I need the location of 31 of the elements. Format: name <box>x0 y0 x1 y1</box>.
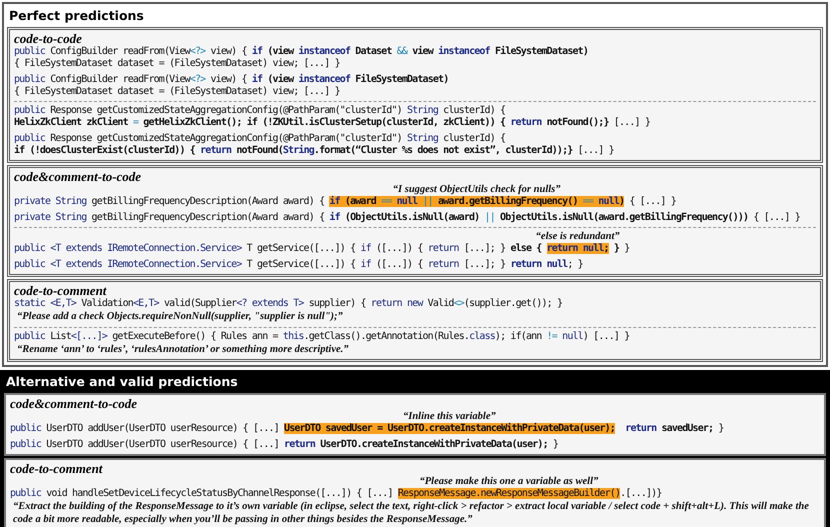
code-line: { FileSystemDataset dataset = (FileSystemDataset) view; [...] } <box>14 86 340 98</box>
code-line: if (!doesClusterExist(clusterId)) { return notFound(String.format(“Cluster %s does not exist”, clusterId));} [...] } <box>14 145 614 157</box>
code-line: public Response getCustomizedStateAggregationConfig(@PathParam("clusterId") String clusterId) { <box>14 105 506 116</box>
code-line: HelixZkClient zkClient = getHelixZkClient(); if (!ZKUtil.isClusterSetup(clusterId, zkClient)) { return notFound();} [...] } <box>14 117 650 129</box>
reviewer-comment: “Please add a check Objects.requireNonNull(supplier, "supplier is null");” <box>16 310 344 324</box>
code-line: public ConfigBuilder readFrom(View<?> view) { if (view instanceof Dataset && view instanceof FileSystemDataset) <box>14 46 588 58</box>
code-line: public <T extends IRemoteConnection.Service> T getService([...]) { if ([...]) { return [...]; } else { return null; } } <box>14 243 630 255</box>
code-line: public List<[...]> getExecuteBefore() { Rules ann = this.getClass().getAnnotation(Rules.class); if(ann != null) [...] } <box>14 330 630 342</box>
section-title: code&comment-to-code <box>14 169 142 184</box>
panel-title: Perfect predictions <box>8 7 145 25</box>
code-line: public UserDTO addUser(UserDTO userResource) { [...] return UserDTO.createInstanceWithPrivateData(user); } <box>10 439 558 451</box>
code-line: private String getBillingFrequencyDescription(Award award) { if (award == null || award.getBillingFrequency() == null) { [...] } <box>14 196 676 208</box>
section-title: code&comment-to-code <box>10 396 138 411</box>
reviewer-comment: “Please make this one a variable as well” <box>419 476 598 488</box>
reviewer-comment: “Inline this variable” <box>403 411 496 422</box>
section-title: code-to-code <box>14 31 82 46</box>
code-line: public ConfigBuilder readFrom(View<?> view) { if (view instanceof FileSystemDataset) <box>14 74 448 86</box>
code-line: { FileSystemDataset dataset = (FileSystemDataset) view; [...] } <box>14 58 340 70</box>
code-line: public UserDTO addUser(UserDTO userResource) { [...] UserDTO savedUser = UserDTO.createInstanceWithPrivateData(user); return savedUser; } <box>10 423 724 435</box>
reviewer-comment: “Extract the building of the ResponseMessage to it’s own variable (in eclipse, select the text, right-click > refactor > extract local variable / select code + shift+alt+L). This will make the code a bit more readable, especially when you’ll be passing in other things besides the ResponseMessage.” <box>12 500 810 526</box>
section-title: code-to-comment <box>14 283 106 298</box>
reviewer-comment: “else is redundant” <box>536 231 620 243</box>
code-line: public Response getCustomizedStateAggregationConfig(@PathParam("clusterId") String clusterId) { <box>14 133 506 144</box>
code-line: public void handleSetDeviceLifecycleStatusByChannelResponse([...]) { [...] ResponseMessage.newResponseMessageBuilder().[...])} <box>10 488 662 500</box>
code-line: public <T extends IRemoteConnection.Service> T getService([...]) { if ([...]) { return [...]; } return null; } <box>14 259 583 271</box>
reviewer-comment: “Rename ‘ann’ to ‘rules’, ‘rulesAnnotation’ or something more descriptive.” <box>16 342 350 356</box>
reviewer-comment: “I suggest ObjectUtils check for nulls” <box>392 184 560 196</box>
section-title: code-to-comment <box>10 461 102 476</box>
code-line: private String getBillingFrequencyDescription(Award award) { if (ObjectUtils.isNull(award) || ObjectUtils.isNull(award.getBillingFrequency())) { [...] } <box>14 212 800 224</box>
panel-title: Alternative and valid predictions <box>5 373 239 391</box>
code-line: static <E,T> Validation<E,T> valid(Supplier<? extends T> supplier) { return new Valid<>(supplier.get()); } <box>14 298 562 310</box>
